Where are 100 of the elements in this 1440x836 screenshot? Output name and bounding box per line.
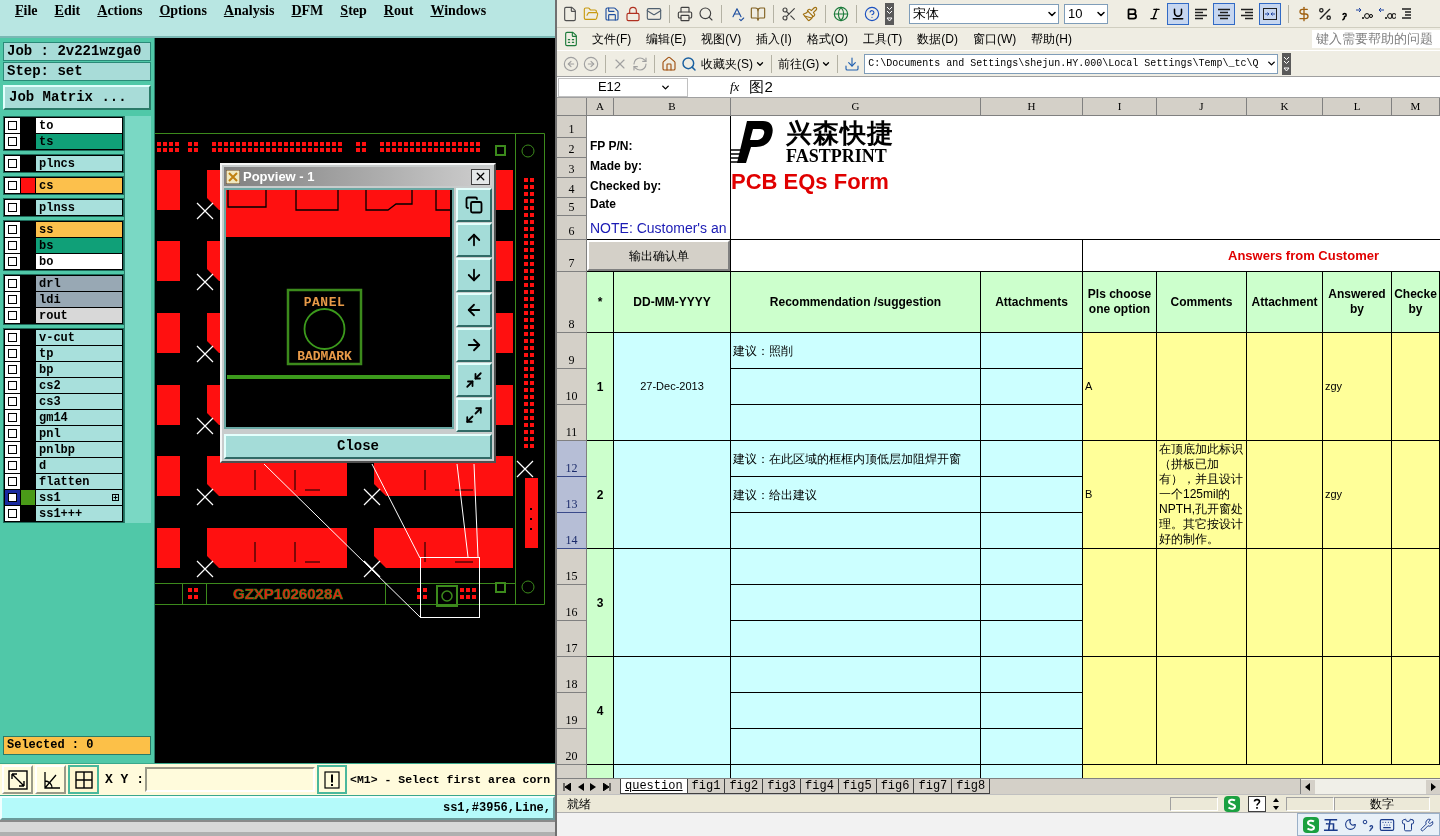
- column-header[interactable]: M: [1392, 98, 1440, 115]
- row-header[interactable]: 1: [557, 116, 587, 138]
- layer-name[interactable]: v-cut: [36, 330, 122, 345]
- layer-checkbox[interactable]: [5, 200, 20, 215]
- layer-name[interactable]: tp: [36, 346, 122, 361]
- layer-checkbox[interactable]: [5, 362, 20, 377]
- menu-item[interactable]: Actions: [95, 1, 145, 21]
- row-header[interactable]: 14: [557, 513, 587, 549]
- popview-tool-button[interactable]: [456, 328, 492, 362]
- globe-icon[interactable]: [833, 5, 849, 22]
- layer-name[interactable]: bp: [36, 362, 122, 377]
- row-header[interactable]: 13: [557, 477, 587, 513]
- layer-checkbox[interactable]: [5, 426, 20, 441]
- layer-name[interactable]: d: [36, 458, 122, 473]
- menu-item[interactable]: 窗口(W): [973, 30, 1017, 48]
- column-header[interactable]: J: [1157, 98, 1247, 115]
- menu-item[interactable]: 帮助(H): [1031, 30, 1072, 48]
- row-header[interactable]: 15: [557, 549, 587, 585]
- menu-item[interactable]: 插入(I): [756, 30, 792, 48]
- exclamation-icon[interactable]: [324, 770, 340, 789]
- sheet-tab[interactable]: question: [620, 779, 688, 794]
- layer-name[interactable]: cs: [36, 178, 122, 193]
- row-header[interactable]: 16: [557, 585, 587, 621]
- menu-item[interactable]: 视图(V): [701, 30, 742, 48]
- arrows-outward-icon[interactable]: [465, 406, 483, 424]
- toolbar-grip-icon[interactable]: [885, 2, 894, 25]
- diagonal-arrow-icon[interactable]: [7, 769, 28, 790]
- layer-name[interactable]: drl: [36, 276, 122, 291]
- last-sheet-icon[interactable]: [602, 782, 611, 791]
- arrow-right-icon[interactable]: [465, 336, 483, 354]
- popview-tool-button[interactable]: [456, 293, 492, 327]
- font-name-dropdown[interactable]: 宋体: [909, 3, 1059, 24]
- alert-button[interactable]: [317, 765, 347, 794]
- column-header[interactable]: K: [1247, 98, 1323, 115]
- save-icon[interactable]: [604, 5, 620, 22]
- menu-item[interactable]: File: [13, 1, 40, 21]
- keyboard-icon[interactable]: [1379, 816, 1396, 833]
- export-confirmation-button[interactable]: 输出确认单: [587, 240, 730, 271]
- sheet-tab[interactable]: fig8: [951, 779, 991, 794]
- first-sheet-icon[interactable]: [563, 782, 572, 791]
- name-box[interactable]: E12: [558, 77, 688, 97]
- sheet-tab[interactable]: fig7: [913, 779, 953, 794]
- layer-name[interactable]: to: [36, 118, 122, 133]
- row-header[interactable]: 7: [557, 240, 587, 272]
- moon-icon[interactable]: [1343, 818, 1357, 831]
- magnifier-icon[interactable]: [698, 5, 714, 22]
- layer-checkbox[interactable]: [5, 118, 20, 133]
- layer-checkbox[interactable]: [5, 490, 20, 505]
- popview-tool-button[interactable]: [456, 258, 492, 292]
- input-mode-label[interactable]: 五: [1324, 816, 1339, 833]
- row-header[interactable]: 6: [557, 216, 587, 240]
- input-method-logo-icon[interactable]: [1302, 816, 1319, 833]
- layer-checkbox[interactable]: [5, 458, 20, 473]
- graphics-canvas[interactable]: Popview - 1 PANEL BADMARK Close GZXP1026028A: [155, 38, 555, 763]
- grid-icon[interactable]: [73, 769, 94, 790]
- row-header[interactable]: 10: [557, 369, 587, 405]
- row-header[interactable]: 8: [557, 272, 587, 333]
- layer-name[interactable]: flatten: [36, 474, 122, 489]
- layer-checkbox[interactable]: [5, 134, 20, 149]
- menu-item[interactable]: 工具(T): [863, 30, 903, 48]
- previous-sheet-icon[interactable]: [577, 782, 584, 791]
- arrow-down-icon[interactable]: [465, 266, 483, 284]
- overlapping-squares-icon[interactable]: [465, 196, 483, 214]
- layer-checkbox[interactable]: [5, 156, 20, 171]
- layer-name[interactable]: ldi: [36, 292, 122, 307]
- sheet-tab[interactable]: fig3: [762, 779, 802, 794]
- menu-item[interactable]: DFM: [289, 1, 326, 21]
- punctuation-icon[interactable]: [1361, 817, 1374, 832]
- scroll-right-icon[interactable]: [1426, 779, 1440, 794]
- layer-name[interactable]: plncs: [36, 156, 122, 171]
- mail-icon[interactable]: [646, 5, 662, 22]
- book-icon[interactable]: [750, 5, 766, 22]
- scroll-left-icon[interactable]: [1301, 779, 1315, 794]
- column-header[interactable]: L: [1323, 98, 1392, 115]
- spreadsheet-icon[interactable]: [563, 31, 579, 47]
- popview-tool-button[interactable]: [456, 398, 492, 432]
- toolbar-grip-icon[interactable]: [1282, 52, 1292, 75]
- layer-checkbox[interactable]: [5, 276, 20, 291]
- insert-function-button[interactable]: fx: [730, 77, 740, 97]
- row-header[interactable]: 20: [557, 729, 587, 765]
- help-icon[interactable]: [864, 5, 880, 22]
- column-header[interactable]: B: [614, 98, 731, 115]
- cut-icon[interactable]: [781, 5, 797, 22]
- shirt-icon[interactable]: [1400, 817, 1415, 832]
- spinner-arrows-icon[interactable]: [1272, 796, 1280, 811]
- row-header[interactable]: 9: [557, 333, 587, 369]
- row-header[interactable]: 4: [557, 178, 587, 198]
- menu-item[interactable]: Step: [338, 1, 369, 21]
- column-header[interactable]: I: [1083, 98, 1157, 115]
- layer-checkbox[interactable]: [5, 308, 20, 323]
- layer-name[interactable]: bo: [36, 254, 122, 269]
- help-search-field[interactable]: 键入需要帮助的问题: [1312, 30, 1440, 48]
- job-matrix-button[interactable]: Job Matrix ...: [3, 85, 151, 110]
- layer-checkbox[interactable]: [5, 292, 20, 307]
- menu-item[interactable]: Windows: [428, 1, 489, 21]
- row-header[interactable]: 2: [557, 138, 587, 158]
- home-icon[interactable]: [661, 55, 677, 72]
- menu-item[interactable]: 数据(D): [917, 30, 958, 48]
- row-header[interactable]: 17: [557, 621, 587, 657]
- favorites-menu[interactable]: 收藏夹(S): [701, 54, 765, 73]
